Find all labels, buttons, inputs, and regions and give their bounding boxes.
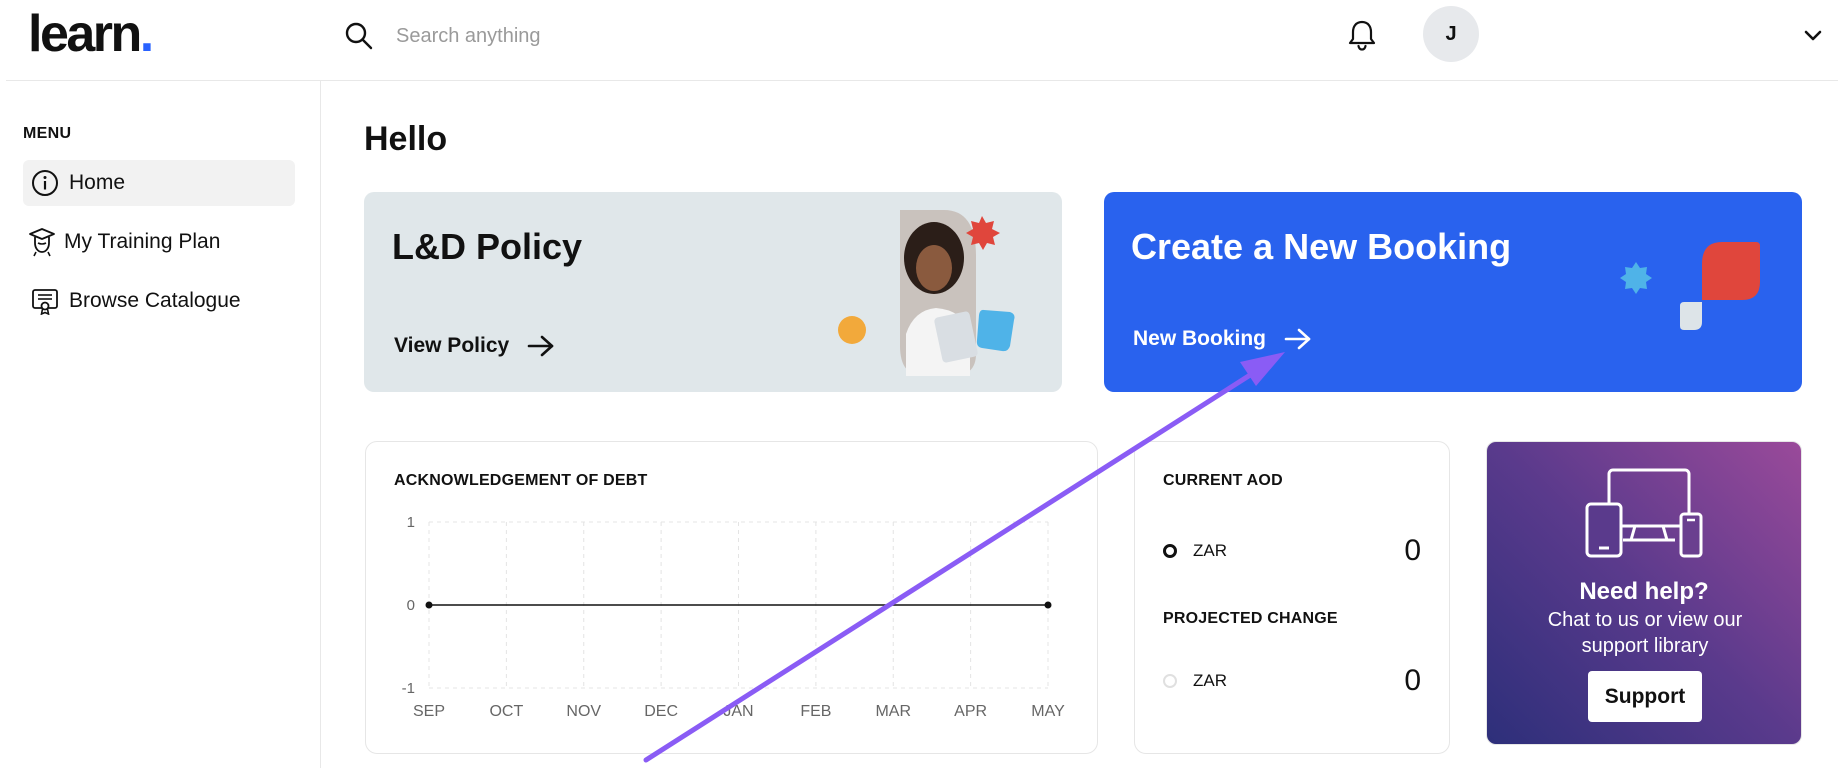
support-button[interactable]: Support [1588,671,1702,722]
bell-icon[interactable] [1346,18,1378,52]
blue-starburst [1620,262,1652,294]
red-starburst [966,216,1000,250]
arrow-right-icon [1284,328,1311,350]
page-title: Hello [364,120,448,158]
chevron-down-icon[interactable] [1802,24,1824,46]
projected-change-value: 0 [1404,664,1421,697]
current-aod-row: ZAR 0 [1163,534,1421,568]
blue-shape [976,309,1015,352]
new-booking-label: New Booking [1133,327,1267,350]
graduate-icon [29,228,55,257]
sidebar-item-home[interactable]: Home [23,160,295,206]
current-aod-title: CURRENT AOD [1163,472,1283,489]
view-policy-label: View Policy [394,334,510,357]
sidebar: MENU Home My Training Plan Browse Catalo… [6,81,321,768]
arrow-right-icon [527,335,554,357]
sidebar-item-browse-catalogue[interactable]: Browse Catalogue [23,278,295,324]
y-tick-label: 0 [407,597,415,614]
current-aod-panel: CURRENT AOD ZAR 0 PROJECTED CHANGE ZAR 0 [1134,441,1450,754]
booking-illustration [1620,242,1760,330]
search-icon[interactable] [344,21,374,51]
orange-dot [838,316,866,344]
avatar[interactable]: J [1423,6,1479,62]
aod-chart-panel: ACKNOWLEDGEMENT OF DEBT 1 0 -1 SEP OCT NOV DEC… [365,441,1098,754]
help-card: Need help? Chat to us or view our suppor… [1486,441,1802,745]
current-aod-value: 0 [1404,534,1421,567]
x-tick-label: JAN [723,703,753,720]
currency-label: ZAR [1193,671,1227,690]
currency-marker-icon [1163,674,1177,688]
sidebar-item-label: My Training Plan [64,230,221,253]
booking-title: Create a New Booking [1131,226,1512,267]
new-booking-link[interactable]: New Booking [1133,327,1312,351]
currency-label: ZAR [1193,541,1227,560]
data-point [425,601,433,609]
sidebar-item-label: Home [69,171,126,194]
new-booking-card[interactable]: Create a New Booking New Booking [1104,192,1802,392]
projected-change-title: PROJECTED CHANGE [1163,610,1338,627]
top-header: learn. J [6,0,1838,81]
search-input[interactable] [396,20,996,52]
y-tick-label: -1 [402,680,415,697]
x-tick-label: MAR [875,703,911,720]
x-tick-label: NOV [566,703,601,720]
y-tick-label: 1 [407,514,415,531]
x-tick-label: OCT [489,703,523,720]
person-face [916,245,952,291]
projected-change-row: ZAR 0 [1163,664,1421,698]
policy-illustration [838,210,1015,376]
help-title: Need help? [1579,578,1709,605]
sidebar-item-label: Browse Catalogue [69,289,241,312]
currency-marker-icon [1163,544,1177,558]
data-point [1044,601,1052,609]
x-tick-label: FEB [800,703,831,720]
x-tick-label: APR [954,703,987,720]
help-text: Chat to us or view our support library [1547,609,1743,657]
devices-icon [1585,468,1703,558]
sidebar-item-training-plan[interactable]: My Training Plan [23,219,295,265]
red-shape [1702,242,1760,300]
light-shape [1680,302,1702,330]
policy-card[interactable]: L&D Policy View Policy [364,192,1062,392]
x-tick-label: DEC [644,703,678,720]
x-tick-label: SEP [413,703,445,720]
view-policy-link[interactable]: View Policy [394,334,555,358]
menu-title: MENU [23,125,72,142]
info-icon [32,170,58,196]
certificate-icon [32,289,58,315]
x-tick-label: MAY [1031,703,1065,720]
aod-line-chart: 1 0 -1 SEP OCT NOV DEC JAN FEB MAR APR MAY [402,514,1065,720]
logo[interactable]: learn. [28,4,154,64]
policy-title: L&D Policy [392,226,583,267]
